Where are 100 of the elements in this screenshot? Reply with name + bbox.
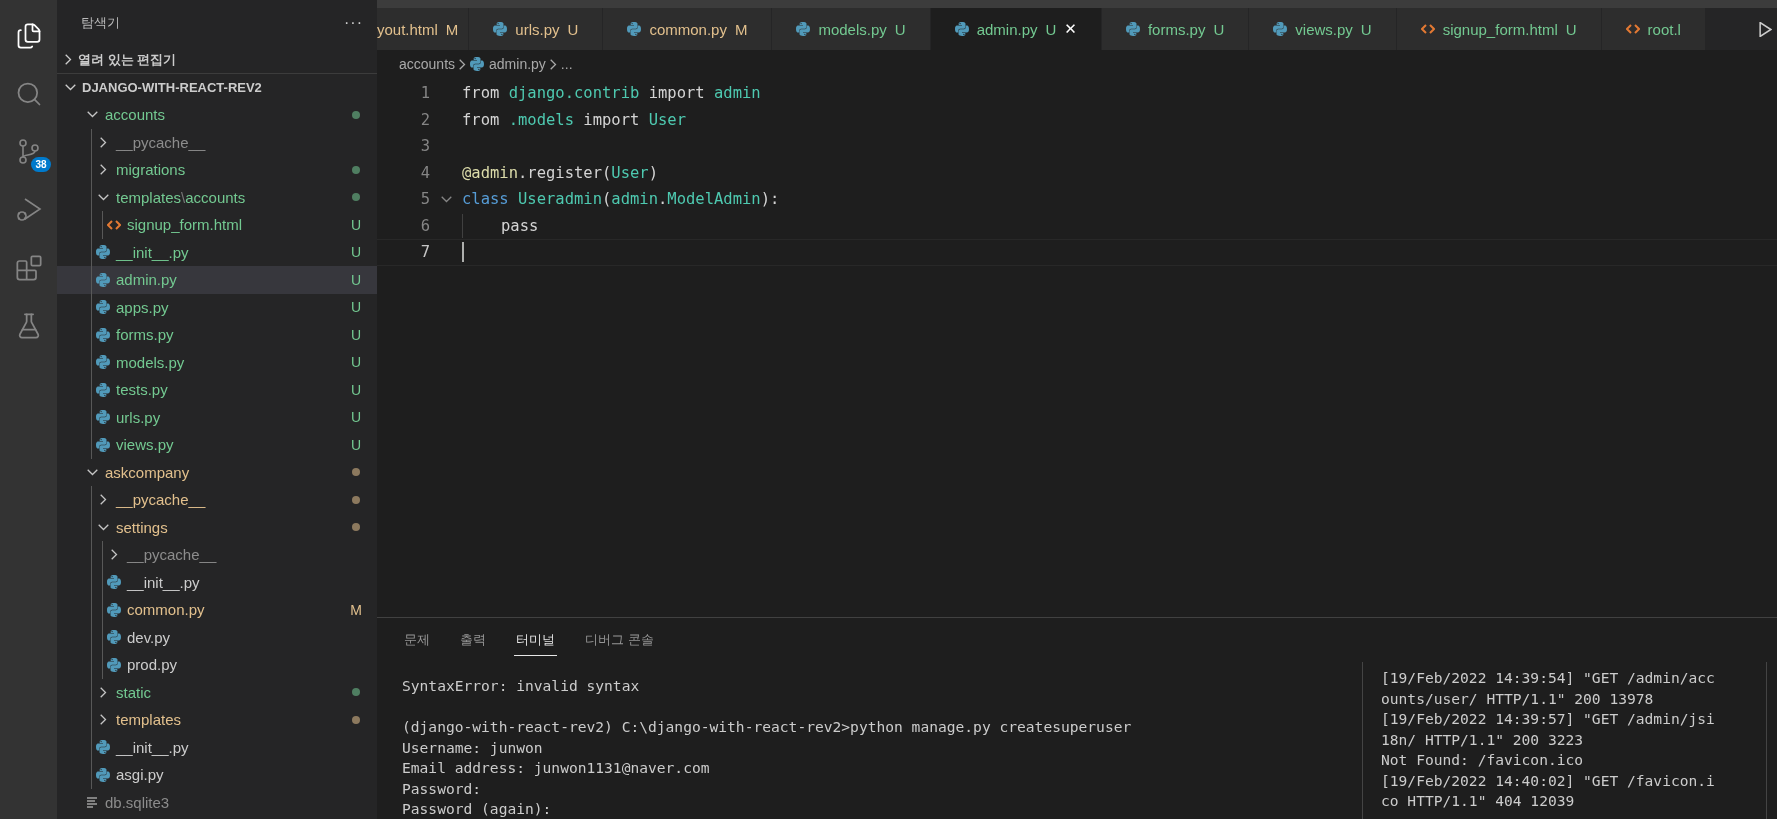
code-line: pass bbox=[501, 216, 539, 235]
editor-tab[interactable]: yout.html M bbox=[377, 8, 470, 50]
terminal-line: Password: bbox=[402, 778, 483, 799]
more-actions-button[interactable]: ··· bbox=[344, 14, 363, 32]
file-item[interactable]: signup_form.html U bbox=[57, 211, 377, 239]
file-item[interactable]: __init__.py bbox=[57, 568, 377, 596]
folder-item[interactable]: templates\accounts bbox=[57, 183, 377, 211]
python-icon bbox=[107, 575, 121, 590]
file-item[interactable]: db.sqlite3 bbox=[57, 788, 377, 816]
editor-tab[interactable]: forms.py U bbox=[1101, 8, 1250, 50]
run-debug-icon bbox=[14, 196, 43, 224]
terminal-line: ounts/user/ HTTP/1.1" 200 13978 bbox=[1381, 688, 1655, 709]
chevron-right-icon bbox=[99, 164, 107, 176]
editor-tab[interactable]: root.l bbox=[1601, 8, 1706, 50]
folder-item[interactable]: settings bbox=[57, 513, 377, 541]
breadcrumb-item[interactable]: ... bbox=[560, 56, 573, 72]
breadcrumb-item[interactable]: admin.py bbox=[470, 56, 546, 72]
file-item[interactable]: forms.py U bbox=[57, 321, 377, 349]
git-status-label: U bbox=[349, 244, 363, 261]
folder-item[interactable]: accounts bbox=[57, 101, 377, 129]
panel-tab[interactable]: 디버그 콘솔 bbox=[583, 624, 656, 656]
chevron-right-icon bbox=[459, 58, 467, 70]
chevron-right-icon bbox=[99, 494, 107, 506]
file-item[interactable]: prod.py bbox=[57, 651, 377, 679]
terminal-line: (django-with-react-rev2) C:\django-with-react-rev2>python manage.py createsuperuser bbox=[402, 717, 1133, 737]
python-icon bbox=[96, 382, 110, 397]
folder-item[interactable]: __pycache__ bbox=[57, 128, 377, 156]
text-lines-icon bbox=[86, 796, 98, 808]
file-item[interactable]: apps.py U bbox=[57, 293, 377, 321]
file-item[interactable]: admin.py U bbox=[57, 266, 377, 294]
file-item[interactable]: views.py U bbox=[57, 431, 377, 459]
git-status-label: M bbox=[349, 601, 363, 618]
file-item[interactable]: __init__.py bbox=[57, 733, 377, 761]
file-item[interactable]: dev.py bbox=[57, 623, 377, 651]
line-number: 5 bbox=[419, 190, 430, 209]
fold-chevron-icon bbox=[440, 195, 452, 203]
file-item[interactable]: models.py U bbox=[57, 348, 377, 376]
terminal-line: Password (again): bbox=[402, 799, 553, 819]
line-number: 6 bbox=[419, 216, 430, 235]
python-icon bbox=[96, 437, 110, 452]
folder-item[interactable]: askcompany bbox=[57, 458, 377, 486]
terminal-line: [19/Feb/2022 14:40:02] "GET /favicon.i bbox=[1381, 770, 1716, 791]
folder-item[interactable]: templates bbox=[57, 706, 377, 734]
python-icon bbox=[627, 22, 642, 36]
python-icon bbox=[470, 57, 485, 71]
editor-tab[interactable]: admin.py U ✕ bbox=[930, 8, 1102, 50]
explorer-title: 탐색기 bbox=[81, 14, 120, 32]
chevron-right-icon bbox=[99, 714, 107, 726]
panel-tab[interactable]: 출력 bbox=[458, 624, 488, 656]
python-icon bbox=[96, 272, 110, 287]
terminal[interactable]: SyntaxError: invalid syntax (django-with-react-rev2) C:\django-with-react-rev2>python manage.py createsuperuser Username: junwon Email address: junwon1131@naver.com Password: Password (again): bbox=[377, 662, 1362, 819]
python-icon bbox=[954, 22, 969, 36]
chevron-down-icon bbox=[65, 84, 76, 91]
source-control-activity-button[interactable]: 38 bbox=[6, 130, 51, 174]
line-number: 4 bbox=[419, 163, 430, 182]
folder-item[interactable]: static bbox=[57, 678, 377, 706]
folder-item[interactable]: migrations bbox=[57, 156, 377, 184]
code-brackets-icon bbox=[1625, 24, 1640, 34]
chevron-right-icon bbox=[549, 58, 557, 70]
code-brackets-icon bbox=[1420, 24, 1435, 34]
terminal-line: Email address: junwon1131@naver.com bbox=[402, 758, 711, 778]
file-item[interactable]: common.py M bbox=[57, 596, 377, 624]
editor-tab[interactable]: views.py U bbox=[1249, 8, 1397, 50]
python-icon bbox=[96, 740, 110, 755]
python-icon bbox=[1273, 22, 1288, 36]
python-icon bbox=[107, 657, 121, 672]
code-brackets-icon bbox=[107, 219, 121, 230]
terminal-line: Username: junwon bbox=[402, 737, 544, 758]
play-icon[interactable] bbox=[1758, 21, 1772, 37]
editor-tab[interactable]: models.py U bbox=[772, 8, 931, 50]
python-icon bbox=[493, 22, 508, 36]
file-item[interactable]: urls.py U bbox=[57, 403, 377, 431]
git-status-label: U bbox=[349, 216, 363, 233]
code-line: from django.contrib import admin bbox=[462, 84, 761, 103]
file-item[interactable]: tests.py U bbox=[57, 376, 377, 404]
chevron-right-icon bbox=[110, 549, 118, 561]
terminal-line: Not Found: /favicon.ico bbox=[1381, 750, 1585, 770]
folder-item[interactable]: __pycache__ bbox=[57, 486, 377, 514]
git-status-label: U bbox=[349, 381, 363, 398]
terminal-line: co HTTP/1.1" 404 12039 bbox=[1381, 791, 1576, 811]
count-badge: 38 bbox=[31, 157, 51, 172]
terminal-line: [19/Feb/2022 14:39:57] "GET /admin/jsi bbox=[1381, 709, 1716, 729]
breadcrumb-item[interactable]: accounts bbox=[399, 56, 456, 72]
git-status-label: U bbox=[349, 326, 363, 343]
python-icon bbox=[96, 327, 110, 342]
code-line: class Useradmin(admin.ModelAdmin): bbox=[462, 190, 780, 209]
open-editors-header[interactable]: 열려 있는 편집기 bbox=[57, 46, 377, 74]
chevron-right-icon bbox=[99, 136, 107, 148]
panel-tab[interactable]: 문제 bbox=[402, 624, 432, 656]
file-item[interactable]: asgi.py bbox=[57, 761, 377, 789]
editor-tab[interactable]: urls.py U bbox=[469, 8, 604, 50]
editor-tab[interactable]: common.py M bbox=[603, 8, 773, 50]
python-icon bbox=[96, 410, 110, 425]
git-status-label: U bbox=[349, 299, 363, 316]
panel-tab[interactable]: 터미널 bbox=[514, 624, 557, 656]
editor-tab[interactable]: signup_form.html U bbox=[1396, 8, 1602, 50]
folder-item[interactable]: __pycache__ bbox=[57, 541, 377, 569]
file-item[interactable]: __init__.py U bbox=[57, 238, 377, 266]
terminal-split[interactable] bbox=[1362, 662, 1767, 819]
project-header[interactable]: DJANGO-WITH-REACT-REV2 bbox=[57, 74, 377, 101]
